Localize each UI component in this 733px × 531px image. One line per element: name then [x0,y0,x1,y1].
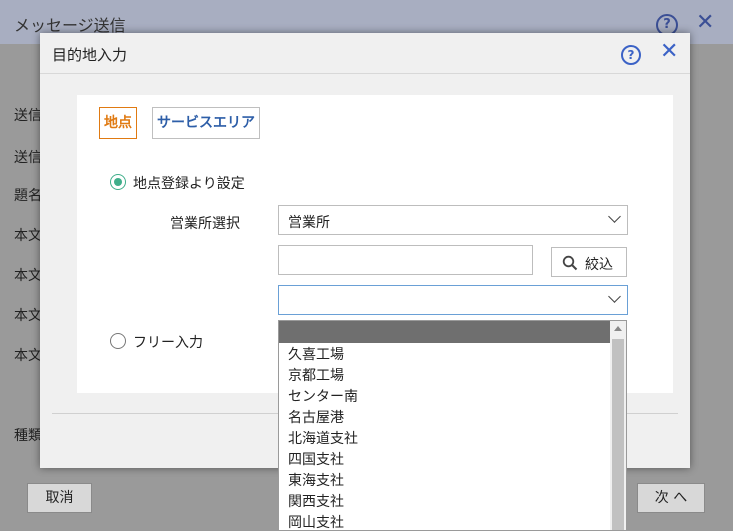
list-item[interactable]: 東海支社 [288,470,344,490]
list-item[interactable] [279,321,611,343]
scroll-up-icon[interactable] [614,326,622,331]
list-item[interactable]: 関西支社 [288,491,344,511]
background-label: 種類 [14,428,42,444]
background-label: 本文 [14,268,42,284]
background-label: 題名 [14,188,42,204]
radio-free-input-label: フリー入力 [133,335,203,351]
list-item[interactable]: 四国支社 [288,449,344,469]
next-button[interactable]: 次 へ [637,483,705,513]
background-label: 本文 [14,348,42,364]
dropdown-scrollbar[interactable] [610,321,626,530]
scrollbar-thumb[interactable] [612,339,624,530]
chevron-down-icon [608,290,621,303]
filter-button-label: 絞込 [585,257,613,273]
background-label: 送信 [14,108,42,124]
help-icon[interactable]: ? [621,45,641,65]
filter-input[interactable] [278,245,533,275]
list-item[interactable]: 久喜工場 [288,344,344,364]
close-icon[interactable]: ✕ [696,12,714,34]
filter-button[interactable]: 絞込 [551,247,627,277]
background-label: 本文 [14,228,42,244]
background-label: 送信 [14,150,42,166]
dialog-titlebar: 目的地入力 ? ✕ [40,33,690,74]
radio-register[interactable] [110,174,126,190]
list-item[interactable]: 京都工場 [288,365,344,385]
tab-location[interactable]: 地点 [99,107,137,139]
office-select-value: 営業所 [288,215,330,231]
office-select-label: 営業所選択 [170,216,240,232]
location-dropdown-list[interactable]: 久喜工場 京都工場 センター南 名古屋港 北海道支社 四国支社 東海支社 関西支… [278,320,627,531]
close-icon[interactable]: ✕ [660,41,678,63]
office-select[interactable]: 営業所 [278,205,628,235]
list-item[interactable]: 北海道支社 [288,428,358,448]
background-label: 本文 [14,308,42,324]
dialog-title: 目的地入力 [52,46,128,64]
cancel-button[interactable]: 取消 [27,483,92,513]
search-icon [562,255,578,271]
location-select[interactable] [278,285,628,315]
chevron-down-icon [608,210,621,223]
radio-free-input[interactable] [110,333,126,349]
list-item[interactable]: 岡山支社 [288,512,344,530]
tab-service-area[interactable]: サービスエリア [152,107,260,139]
list-item[interactable]: 名古屋港 [288,407,344,427]
radio-register-label: 地点登録より設定 [133,176,245,192]
list-item[interactable]: センター南 [288,386,358,406]
